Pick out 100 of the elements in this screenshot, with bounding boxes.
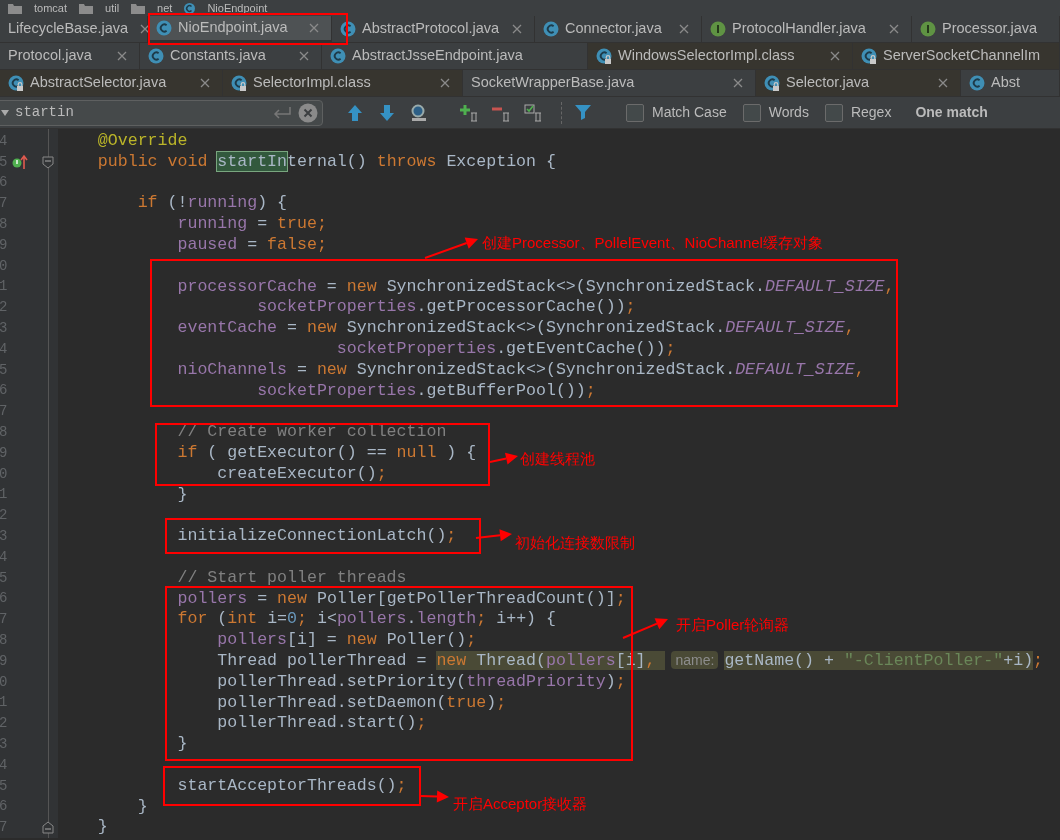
select-all-button[interactable] <box>523 101 543 124</box>
class-icon <box>148 48 164 64</box>
class-icon <box>184 2 196 14</box>
editor-tab[interactable]: AbstractProtocol.java <box>332 16 535 42</box>
close-icon <box>117 51 127 61</box>
code-line: if (!running) { <box>137 193 288 213</box>
code-line: running = true; <box>177 214 327 234</box>
code-line: pollerThread.setDaemon(true); <box>217 692 507 712</box>
annotation-arrow <box>622 618 668 639</box>
option-checkbox[interactable]: Match Case <box>626 102 727 123</box>
close-icon <box>309 23 319 33</box>
annotation-label: 开启Acceptor接收器 <box>453 794 588 814</box>
editor-tab[interactable]: Processor.java <box>912 16 1060 42</box>
code-line: // Start poller threads <box>177 567 407 587</box>
class-icon <box>330 48 346 64</box>
editor-tab[interactable]: NioEndpoint.java <box>148 16 332 42</box>
annotation-arrow <box>424 237 478 259</box>
folder-icon <box>79 2 93 14</box>
code-line: } <box>177 484 188 504</box>
folder-icon <box>8 2 22 14</box>
code-line: socketProperties.getEventCache()); <box>336 338 676 358</box>
breadcrumb-item[interactable]: net <box>157 2 173 14</box>
close-icon <box>200 78 210 88</box>
class-icon <box>340 21 356 37</box>
code-line: } <box>177 734 188 754</box>
code-line: @Override <box>97 131 188 150</box>
annotation-arrow <box>489 452 518 465</box>
editor-tab[interactable]: ServerSocketChannelIm <box>853 43 1060 69</box>
editor-tab[interactable]: AbstractSelector.java <box>0 70 223 96</box>
annotation-label: 创建线程池 <box>520 449 595 469</box>
code-line: paused = false; <box>177 235 327 254</box>
code-line: pollers[i] = new Poller(); <box>217 630 477 650</box>
editor-tab[interactable]: ProtocolHandler.java <box>702 16 912 42</box>
close-icon <box>889 24 899 34</box>
close-icon <box>830 51 840 61</box>
annotation-label: 初始化连接数限制 <box>515 533 635 553</box>
locked-class-icon <box>596 48 612 64</box>
search-field[interactable]: startin <box>0 99 323 126</box>
code-line: nioChannels = new SynchronizedStack<>(SynchronizedStack.DEFAULT_SIZE, <box>177 359 865 379</box>
enter-icon <box>272 105 292 120</box>
code-line: if ( getExecutor() == null ) { <box>177 442 477 462</box>
close-icon <box>679 24 689 34</box>
filter-icon <box>575 103 593 122</box>
annotation-label: 创建Processor、PollelEvent、NioChannel缓存对象 <box>482 233 823 253</box>
editor-tab[interactable]: SelectorImpl.class <box>223 70 463 96</box>
previous-icon <box>346 103 364 122</box>
code-line: startAcceptorThreads(); <box>177 775 407 795</box>
breadcrumb-item[interactable]: NioEndpoint <box>207 2 268 14</box>
close-icon <box>733 78 743 88</box>
editor-tab[interactable]: SocketWrapperBase.java <box>463 70 756 96</box>
editor-tab[interactable]: WindowsSelectorImpl.class <box>588 43 853 69</box>
editor-tab[interactable]: AbstractJsseEndpoint.java <box>322 43 588 69</box>
class-icon <box>969 75 985 91</box>
annotation-arrow <box>420 790 449 803</box>
code-line: public void startInternal() throws Exception { <box>97 151 556 171</box>
code-line: socketProperties.getBufferPool()); <box>257 380 596 400</box>
locked-class-icon <box>861 48 877 64</box>
class-icon <box>543 21 559 37</box>
editor-tab[interactable]: Constants.java <box>140 43 322 69</box>
code-line: socketProperties.getProcessorCache()); <box>257 297 636 317</box>
close-icon <box>938 78 948 88</box>
interface-icon <box>710 21 726 37</box>
locked-class-icon <box>231 75 247 91</box>
close-icon <box>512 24 522 34</box>
option-checkbox[interactable]: Regex <box>824 102 892 123</box>
clear-icon <box>298 102 318 123</box>
locked-class-icon <box>8 75 24 91</box>
editor-tab[interactable]: Abst <box>961 70 1060 96</box>
class-icon <box>156 20 172 36</box>
editor-tab[interactable]: Selector.java <box>756 70 961 96</box>
option-checkbox[interactable]: Words <box>742 102 809 123</box>
code-line: } <box>97 817 108 837</box>
match-count: One match <box>915 103 988 122</box>
interface-icon <box>920 21 936 37</box>
next-icon <box>378 103 396 122</box>
code-line: pollerThread.setPriority(threadPriority); <box>217 671 626 691</box>
annotation-label: 开启Poller轮询器 <box>676 615 790 635</box>
locked-class-icon <box>764 75 780 91</box>
caret-icon <box>1 109 9 116</box>
code-line: } <box>137 796 148 816</box>
close-icon <box>440 78 450 88</box>
code-line: processorCache = new SynchronizedStack<>(SynchronizedStack.DEFAULT_SIZE, <box>177 276 895 296</box>
code-line: createExecutor(); <box>217 463 387 483</box>
folder-icon <box>131 2 146 14</box>
editor-tab[interactable]: Connector.java <box>535 16 702 42</box>
add-selection-icon <box>460 103 478 122</box>
close-icon <box>140 24 151 34</box>
code-line: pollerThread.start(); <box>217 713 427 733</box>
select-all-icon <box>524 103 542 122</box>
code-line: initializeConnectionLatch(); <box>177 526 457 546</box>
close-icon <box>299 51 309 61</box>
editor-tab[interactable]: Protocol.java <box>0 43 140 69</box>
annotation-arrow <box>475 529 512 542</box>
find-all-icon <box>410 103 428 122</box>
code-line: eventCache = new SynchronizedStack<>(SynchronizedStack.DEFAULT_SIZE, <box>177 318 855 338</box>
code-line: for (int i=0; i<pollers.length; i++) { <box>177 609 556 629</box>
code-line: pollers = new Poller[getPollerThreadCount()]; <box>177 588 626 608</box>
editor-tab[interactable]: LifecycleBase.java <box>0 16 148 42</box>
breadcrumb-item[interactable]: util <box>105 2 120 14</box>
breadcrumb-item[interactable]: tomcat <box>34 2 67 14</box>
